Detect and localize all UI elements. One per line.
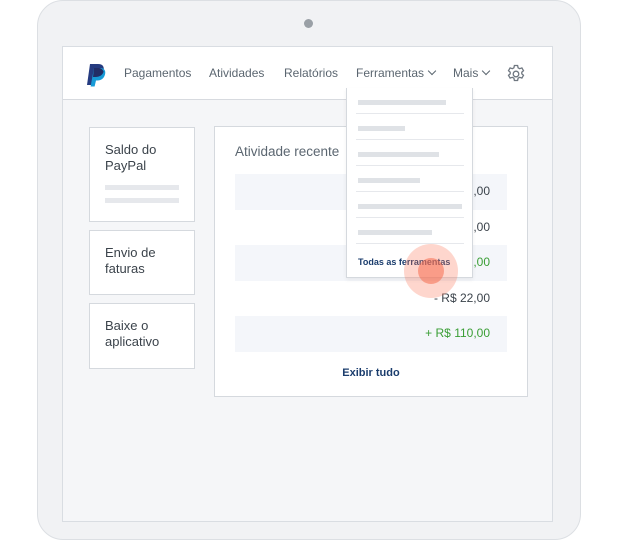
divider — [356, 165, 464, 166]
nav-tools-label: Ferramentas — [356, 66, 425, 80]
item-placeholder — [358, 178, 420, 183]
gear-icon[interactable] — [506, 64, 526, 89]
nav-item-atividades[interactable]: Atividades — [209, 66, 264, 80]
dropdown-item[interactable] — [356, 168, 465, 192]
balance-placeholder — [105, 198, 179, 203]
tap-indicator-core — [418, 258, 444, 284]
camera-dot — [304, 19, 313, 28]
activity-amount: + R$ 110,00 — [425, 326, 490, 340]
app-label: Baixe o aplicativo — [105, 318, 160, 349]
invoice-label: Envio de faturas — [105, 245, 156, 276]
top-navbar: Pagamentos Atividades Relatórios Ferrame… — [63, 47, 552, 100]
activity-amount: ,00 — [473, 184, 490, 198]
content-area: Saldo do PayPal Envio de faturas Baixe o… — [63, 100, 552, 521]
balance-placeholder — [105, 185, 179, 190]
download-app-card[interactable]: Baixe o aplicativo — [89, 303, 195, 369]
tools-dropdown-menu: Todas as ferramentas — [346, 88, 473, 278]
recent-activity-title: Atividade recente — [235, 144, 340, 159]
divider — [356, 243, 464, 244]
divider — [356, 139, 464, 140]
item-placeholder — [358, 230, 432, 235]
item-placeholder — [358, 152, 439, 157]
activity-row[interactable]: - R$ 22,00 — [235, 281, 507, 317]
nav-item-ferramentas[interactable]: Ferramentas — [356, 66, 437, 80]
nav-more-label: Mais — [453, 66, 479, 80]
dropdown-item[interactable] — [356, 142, 465, 166]
item-placeholder — [358, 204, 462, 209]
app-screen: Pagamentos Atividades Relatórios Ferrame… — [62, 46, 553, 522]
chevron-down-icon — [482, 66, 491, 76]
dropdown-item[interactable] — [356, 220, 465, 244]
paypal-logo-icon[interactable] — [85, 63, 107, 92]
view-all-link[interactable]: Exibir tudo — [215, 367, 527, 379]
paypal-balance-card[interactable]: Saldo do PayPal — [89, 127, 195, 222]
balance-label: Saldo do PayPal — [105, 142, 157, 173]
item-placeholder — [358, 126, 405, 131]
send-invoices-card[interactable]: Envio de faturas — [89, 230, 195, 295]
dropdown-item[interactable] — [356, 116, 465, 140]
divider — [356, 217, 464, 218]
nav-item-relatorios[interactable]: Relatórios — [284, 66, 338, 80]
item-placeholder — [358, 100, 446, 105]
divider — [356, 113, 464, 114]
nav-item-mais[interactable]: Mais — [453, 66, 491, 80]
chevron-down-icon — [427, 66, 437, 76]
tap-indicator — [404, 244, 458, 298]
dropdown-item[interactable] — [356, 90, 465, 114]
activity-row[interactable]: + R$ 110,00 — [235, 316, 507, 352]
dropdown-item[interactable] — [356, 194, 465, 218]
nav-item-pagamentos[interactable]: Pagamentos — [124, 66, 191, 80]
divider — [356, 191, 464, 192]
